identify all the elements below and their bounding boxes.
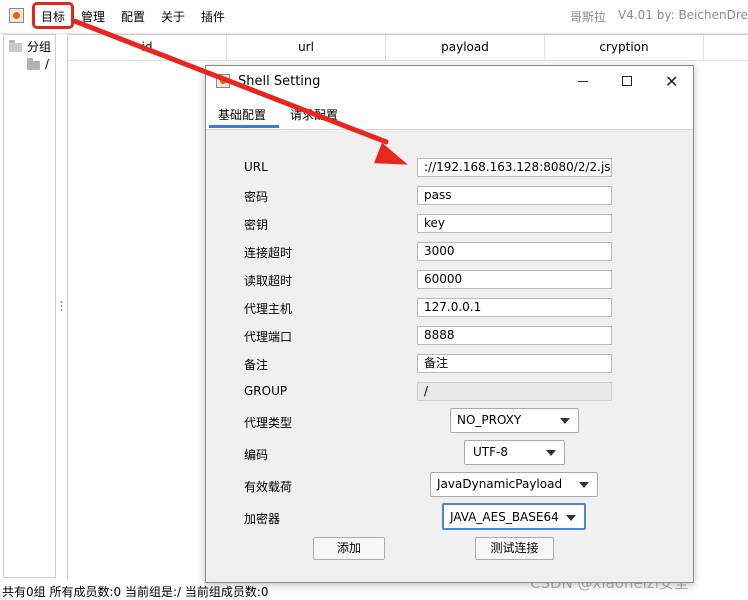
proxy-type-value: NO_PROXY — [457, 413, 522, 427]
connect-timeout-label: 连接超时 — [244, 246, 293, 260]
remark-label: 备注 — [244, 358, 269, 372]
group-label: GROUP — [244, 384, 288, 398]
payload-select[interactable]: JavaDynamicPayload — [430, 472, 598, 497]
shell-setting-dialog: Shell Setting ✕ 基础配置 请求配置 URL ://192.168… — [205, 65, 694, 583]
password-field[interactable]: pass — [417, 186, 612, 205]
folder-icon — [27, 58, 40, 70]
test-connection-button[interactable]: 测试连接 — [475, 537, 554, 560]
connect-timeout-field[interactable]: 3000 — [417, 242, 612, 261]
encoding-value: UTF-8 — [473, 445, 508, 459]
payload-value: JavaDynamicPayload — [437, 477, 563, 491]
password-label: 密码 — [244, 190, 269, 204]
column-cryption[interactable]: cryption — [545, 35, 704, 61]
group-tree: 分组 / — [3, 34, 56, 578]
split-pane-handle[interactable] — [60, 300, 63, 312]
encoding-select[interactable]: UTF-8 — [464, 440, 565, 465]
version-info: V4.01 by: BeichenDream — [618, 8, 748, 22]
payload-label: 有效载荷 — [244, 480, 293, 494]
proxy-type-label: 代理类型 — [244, 416, 293, 430]
proxy-port-label: 代理端口 — [244, 330, 293, 344]
chevron-down-icon — [546, 450, 556, 456]
java-app-icon — [9, 8, 24, 23]
key-label: 密钥 — [244, 218, 269, 232]
proxy-host-label: 代理主机 — [244, 302, 293, 316]
maximize-icon — [622, 76, 632, 86]
close-button[interactable]: ✕ — [649, 66, 693, 97]
chevron-down-icon — [566, 515, 576, 521]
cryption-value: JAVA_AES_BASE64 — [450, 510, 559, 524]
minimize-button[interactable] — [561, 66, 605, 97]
minimize-icon — [578, 81, 588, 82]
group-field: / — [417, 382, 612, 401]
column-url[interactable]: url — [227, 35, 386, 61]
url-field[interactable]: ://192.168.163.128:8080/2/2.jsp — [417, 158, 612, 177]
menu-about[interactable]: 关于 — [161, 8, 185, 25]
active-tab-indicator — [209, 125, 279, 128]
maximize-button[interactable] — [605, 66, 649, 97]
close-icon: ✕ — [665, 72, 679, 91]
tab-basic-config[interactable]: 基础配置 — [218, 106, 266, 123]
chevron-down-icon — [579, 482, 589, 488]
read-timeout-field[interactable]: 60000 — [417, 270, 612, 289]
url-label: URL — [244, 160, 268, 174]
menu-config[interactable]: 配置 — [121, 8, 145, 25]
proxy-host-field[interactable]: 127.0.0.1 — [417, 298, 612, 317]
cryption-label: 加密器 — [244, 512, 281, 526]
encoding-label: 编码 — [244, 448, 269, 462]
column-extra — [704, 35, 748, 61]
tree-root[interactable]: 分组 — [27, 38, 51, 55]
status-text: 共有0组 所有成员数:0 当前组是:/ 当前组成员数:0 — [2, 585, 269, 599]
folder-open-icon — [9, 40, 22, 52]
menu-plugins[interactable]: 插件 — [201, 8, 225, 25]
menu-target[interactable]: 目标 — [41, 8, 65, 25]
chevron-down-icon — [560, 418, 570, 424]
cryption-select[interactable]: JAVA_AES_BASE64 — [442, 503, 586, 530]
key-field[interactable]: key — [417, 214, 612, 233]
proxy-type-select[interactable]: NO_PROXY — [450, 408, 579, 433]
menu-bar: 目标 管理 配置 关于 插件 哥斯拉 V4.01 by: BeichenDrea… — [0, 0, 748, 34]
proxy-port-field[interactable]: 8888 — [417, 326, 612, 345]
app-title: 哥斯拉 — [570, 10, 607, 24]
dialog-titlebar: Shell Setting ✕ — [206, 66, 693, 97]
column-payload[interactable]: payload — [386, 35, 545, 61]
read-timeout-label: 读取超时 — [244, 274, 293, 288]
tree-child[interactable]: / — [45, 57, 49, 71]
add-button[interactable]: 添加 — [313, 537, 385, 560]
remark-field[interactable]: 备注 — [417, 354, 612, 373]
